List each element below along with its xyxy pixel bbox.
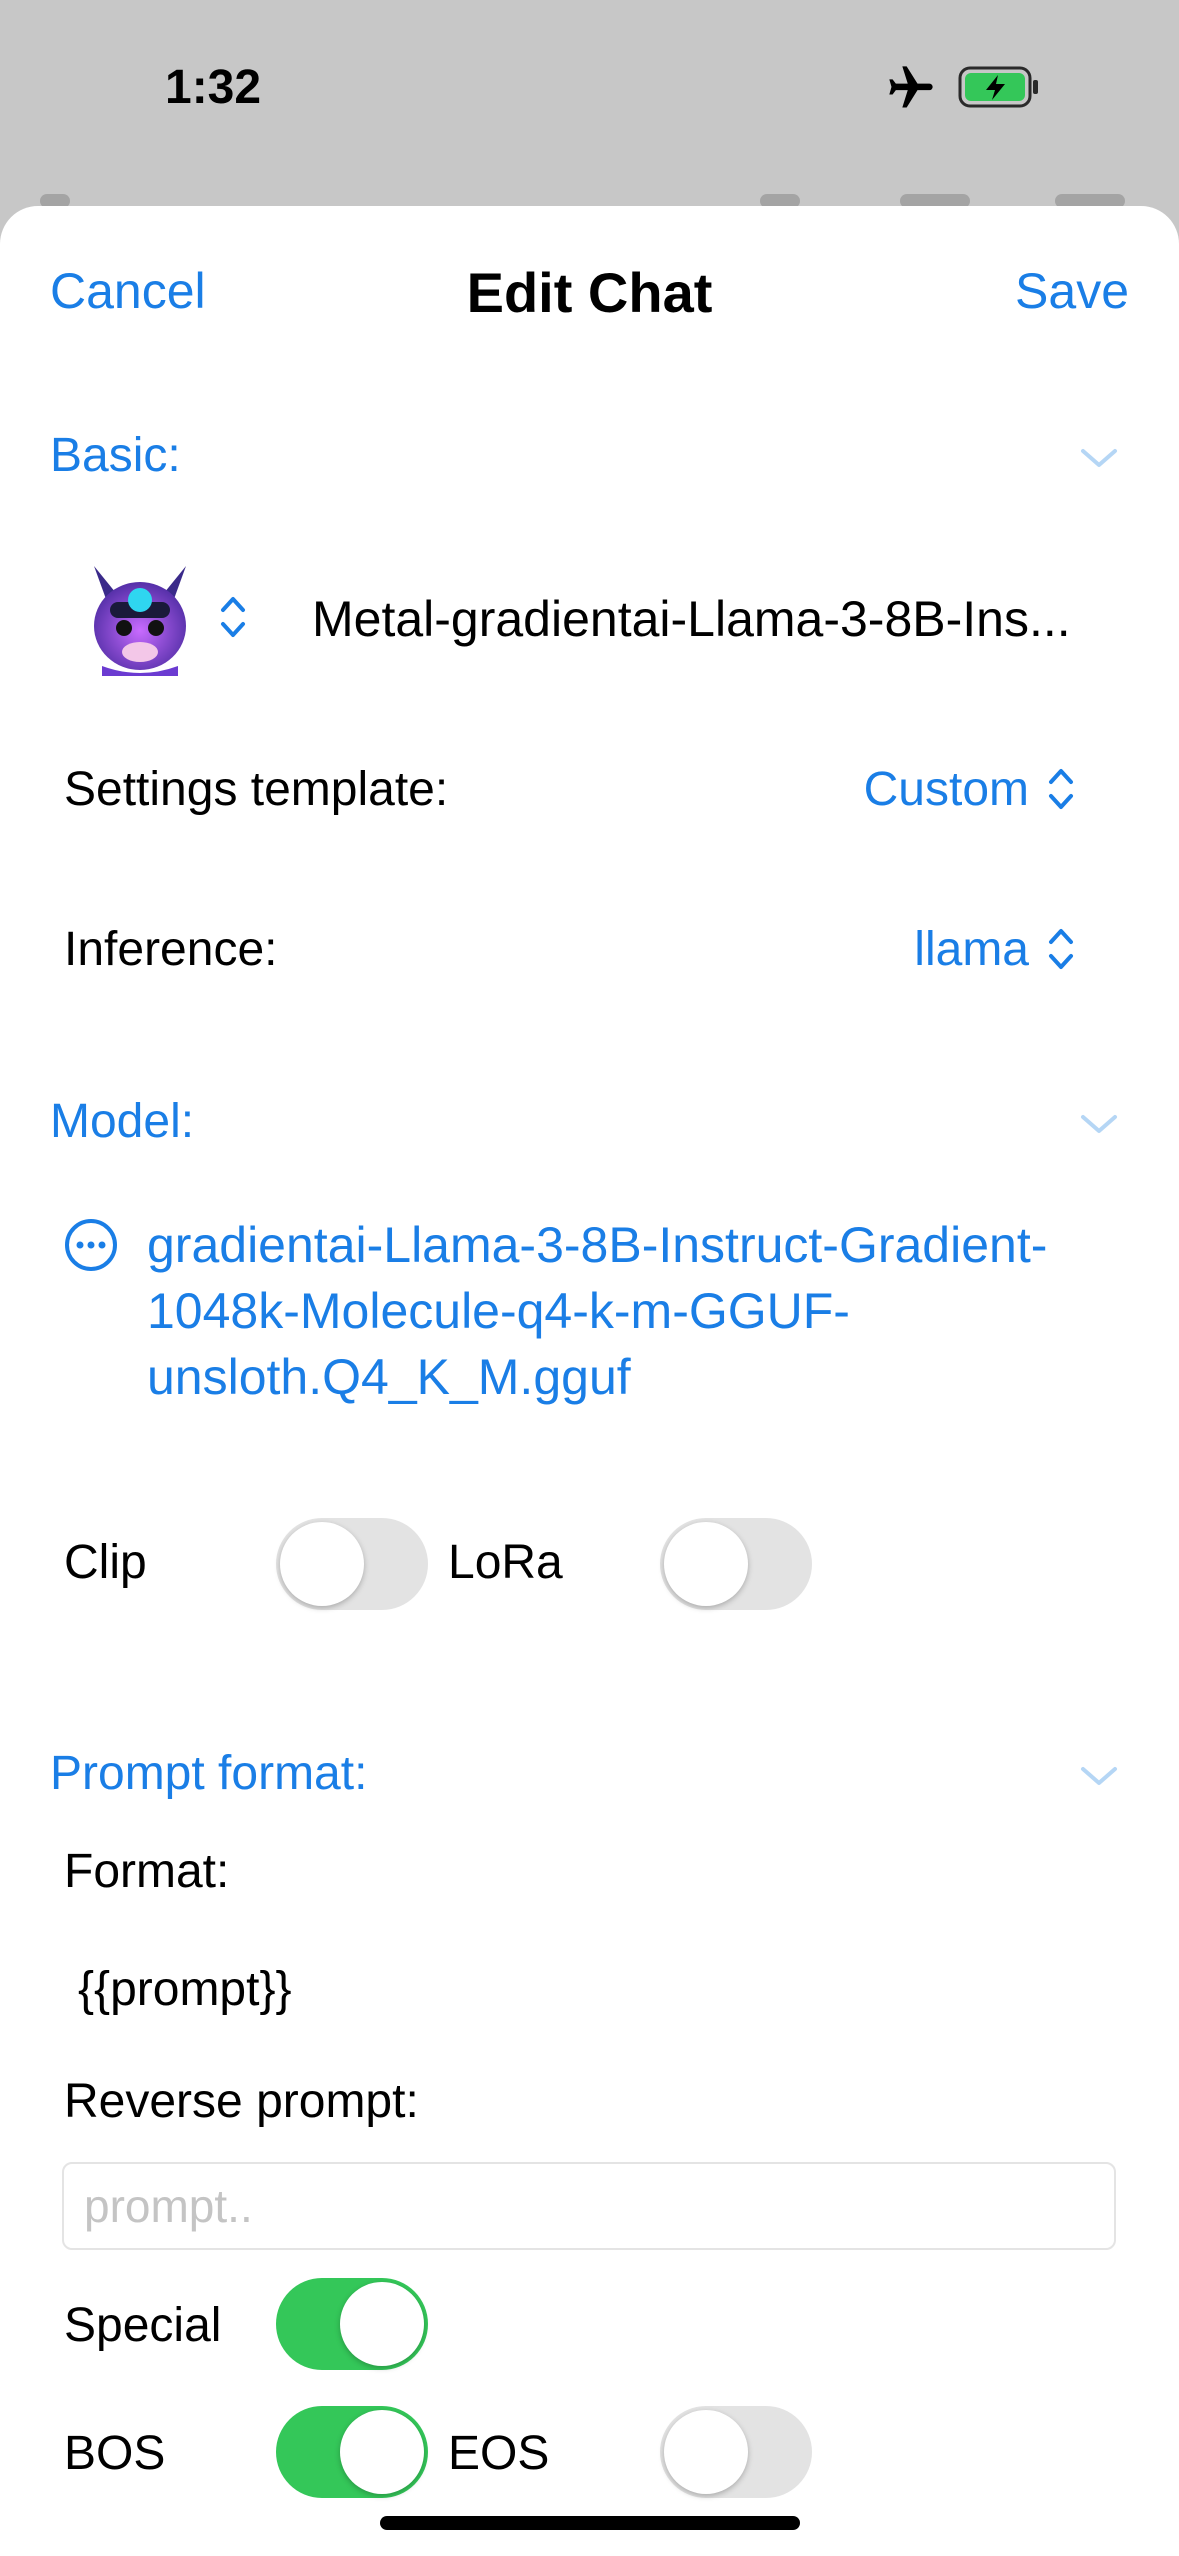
battery-charging-icon	[958, 66, 1038, 108]
inference-picker[interactable]: llama	[914, 922, 1029, 977]
special-label: Special	[64, 2299, 222, 2352]
eos-toggle[interactable]	[660, 2406, 812, 2498]
section-header-prompt-format[interactable]: Prompt format:	[50, 1746, 367, 1801]
save-button[interactable]: Save	[1015, 262, 1129, 320]
reverse-prompt-input[interactable]	[64, 2164, 1114, 2248]
section-header-model[interactable]: Model:	[50, 1094, 194, 1149]
more-options-icon[interactable]	[64, 1218, 118, 1272]
bos-toggle[interactable]	[276, 2406, 428, 2498]
lora-label: LoRa	[448, 1536, 563, 1589]
cancel-button[interactable]: Cancel	[50, 262, 206, 320]
status-time: 1:32	[165, 61, 262, 114]
settings-template-picker[interactable]: Custom	[864, 762, 1029, 817]
bos-label: BOS	[64, 2427, 166, 2480]
model-name: Metal-gradientai-Llama-3-8B-Ins...	[312, 591, 1071, 647]
chat-avatar[interactable]	[80, 548, 200, 678]
chevron-down-icon[interactable]	[1079, 1764, 1119, 1788]
format-editor[interactable]: {{prompt}}	[78, 1962, 292, 2017]
chevron-up-down-icon[interactable]	[1046, 764, 1076, 814]
special-toggle[interactable]	[276, 2278, 428, 2370]
chevron-up-down-icon[interactable]	[1046, 924, 1076, 974]
chevron-down-icon[interactable]	[1079, 446, 1119, 470]
chevron-down-icon[interactable]	[1079, 1112, 1119, 1136]
reverse-prompt-label: Reverse prompt:	[64, 2075, 419, 2128]
toggle-knob	[664, 1522, 748, 1606]
toggle-knob	[340, 2410, 424, 2494]
inference-label: Inference:	[64, 923, 278, 976]
home-indicator[interactable]	[380, 2516, 800, 2530]
section-header-basic[interactable]: Basic:	[50, 428, 181, 483]
clip-toggle[interactable]	[276, 1518, 428, 1610]
chevron-up-down-icon[interactable]	[218, 592, 248, 642]
clip-label: Clip	[64, 1536, 147, 1589]
eos-label: EOS	[448, 2427, 550, 2480]
settings-template-label: Settings template:	[64, 763, 449, 816]
airplane-mode-icon	[889, 66, 933, 108]
toggle-knob	[664, 2410, 748, 2494]
lora-toggle[interactable]	[660, 1518, 812, 1610]
toggle-knob	[280, 1522, 364, 1606]
model-file-link[interactable]: gradientai-Llama-3-8B-Instruct-Gradient-…	[147, 1212, 1127, 1410]
toggle-knob	[340, 2282, 424, 2366]
reverse-prompt-field[interactable]	[62, 2162, 1116, 2250]
format-label: Format:	[64, 1845, 230, 1898]
